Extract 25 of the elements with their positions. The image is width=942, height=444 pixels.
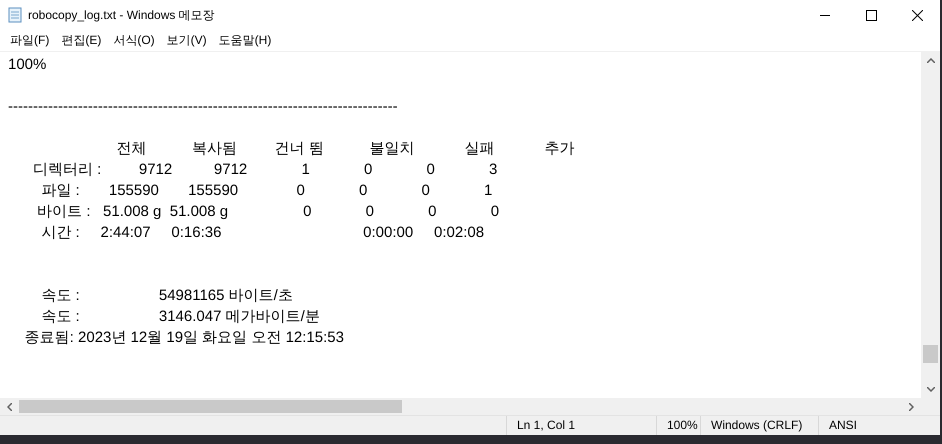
menu-item[interactable]: 보기(V) xyxy=(160,30,213,50)
menu-item[interactable]: 편집(E) xyxy=(55,30,108,50)
status-text: Ln 1, Col 1 xyxy=(506,416,656,435)
status-text: ANSI xyxy=(818,416,928,435)
window-title: robocopy_log.txt - Windows 메모장 xyxy=(28,6,216,24)
text-line: 100% xyxy=(8,56,46,73)
text-line: 전체 복사됨 건너 뜀 불일치 실패 추가 xyxy=(115,140,575,157)
scrollbar-thumb[interactable] xyxy=(19,400,402,413)
scrollbar-thumb[interactable] xyxy=(923,345,938,363)
maximize-icon[interactable] xyxy=(866,10,876,20)
close-icon[interactable] xyxy=(912,10,922,20)
status-text: 100% xyxy=(656,416,700,435)
status-text: Windows (CRLF) xyxy=(700,416,818,435)
menu-item[interactable]: 파일(F) xyxy=(4,30,56,50)
text-line: 속도 : 54981165 바이트/초 xyxy=(40,287,293,304)
menu-item[interactable]: 도움말(H) xyxy=(212,30,278,50)
text-line: 파일 : 155590 155590 0 0 0 1 xyxy=(40,182,492,199)
text-line: 디렉터리 : 9712 9712 1 0 0 3 xyxy=(32,161,498,178)
text-line: 시간 : 2:44:07 0:16:36 0:00:00 0:02:08 xyxy=(40,224,484,241)
text-line: 바이트 : 51.008 g 51.008 g 0 0 0 0 xyxy=(36,203,500,220)
notepad-icon xyxy=(8,7,22,23)
menu-item[interactable]: 서식(O) xyxy=(107,30,161,50)
text-line: 종료됨: 2023년 12월 19일 화요일 오전 12:15:53 xyxy=(24,329,344,346)
text-line: ------------------------------------------------------------------------------ xyxy=(8,98,398,115)
text-line: 속도 : 3146.047 메가바이트/분 xyxy=(40,308,320,325)
